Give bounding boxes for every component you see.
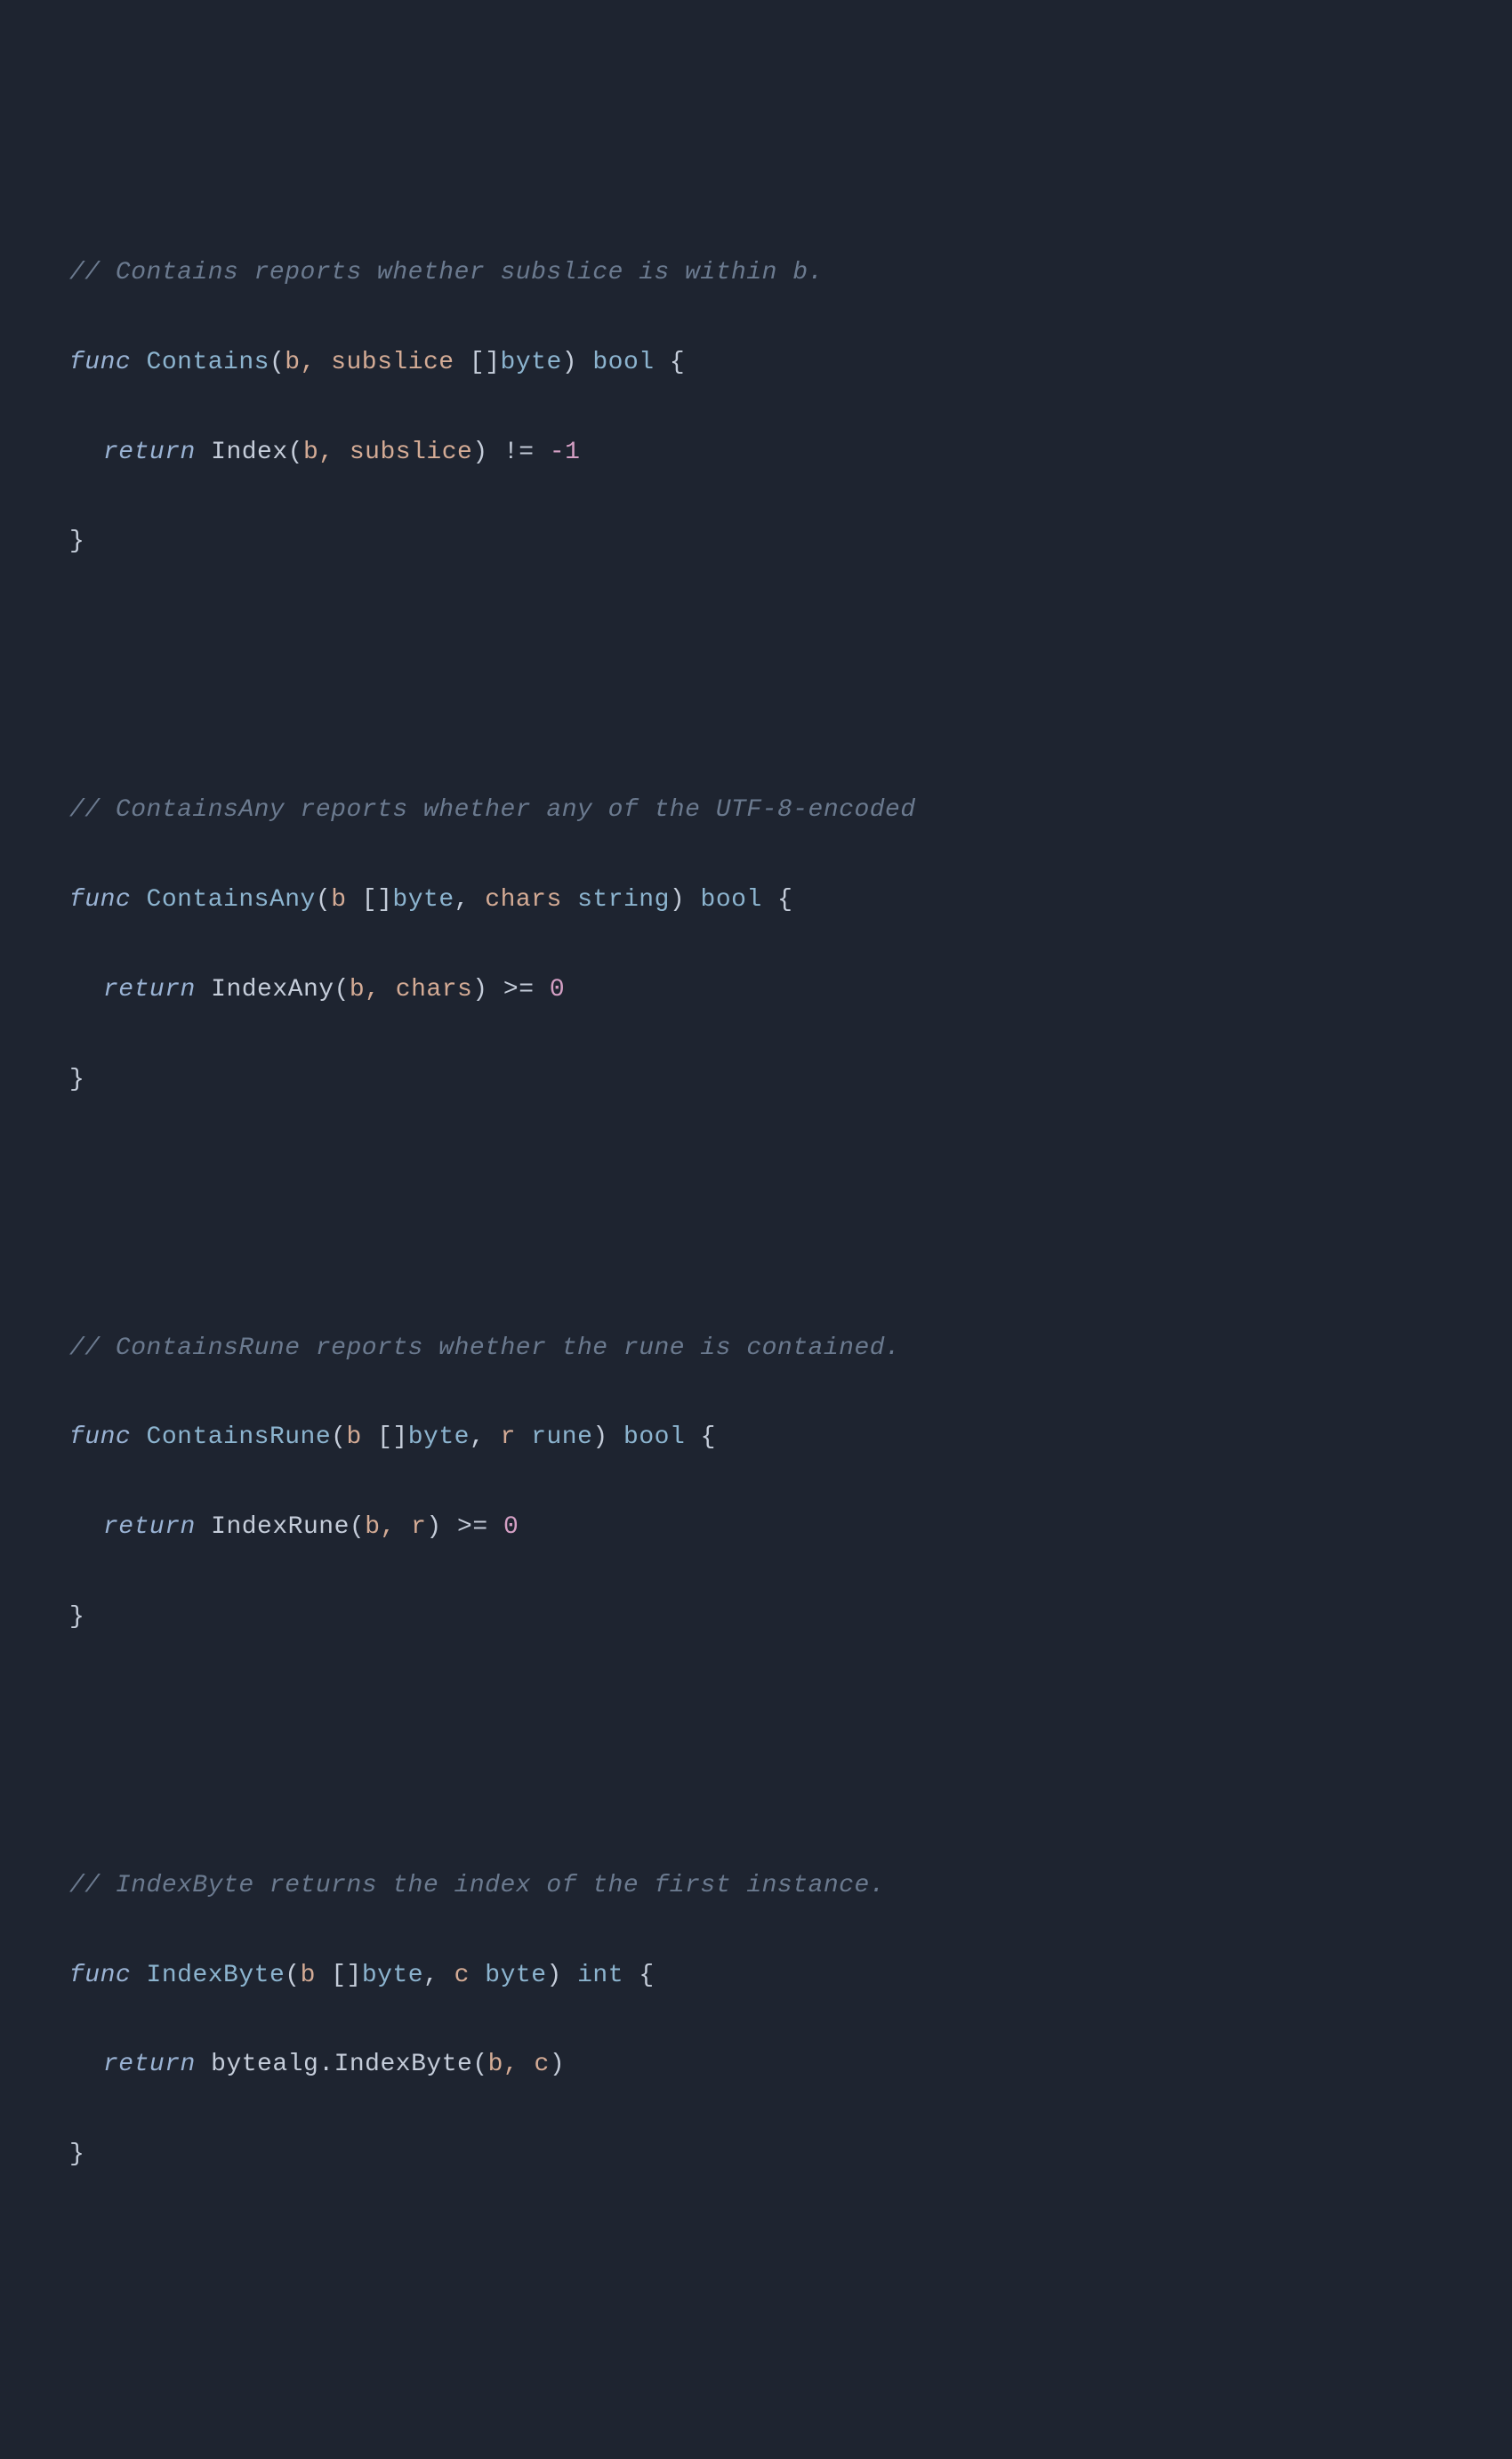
- keyword-return: return: [103, 1513, 196, 1541]
- param-chars: chars: [485, 886, 562, 914]
- brace-close: }: [69, 1066, 84, 1093]
- comma: ,: [470, 1423, 485, 1451]
- brace-close: }: [69, 528, 84, 555]
- type-byte: byte: [408, 1423, 470, 1451]
- param-b: b: [346, 1423, 361, 1451]
- brace-open: {: [777, 886, 792, 914]
- param-b: b: [301, 1962, 316, 1989]
- keyword-func: func: [69, 886, 131, 914]
- brace-close: }: [69, 2141, 84, 2168]
- type-prefix: []: [454, 349, 501, 376]
- number-literal: 0: [550, 976, 565, 1004]
- params: b, subslice: [285, 349, 454, 376]
- paren-open: (: [331, 1423, 346, 1451]
- return-type: bool: [592, 349, 654, 376]
- keyword-return: return: [103, 976, 196, 1004]
- call-name: IndexAny: [211, 976, 334, 1004]
- comma: ,: [423, 1962, 438, 1989]
- func-name: ContainsAny: [147, 886, 316, 914]
- paren-open: (: [472, 2051, 487, 2078]
- paren-close: ): [472, 976, 487, 1004]
- paren-close: ): [547, 1962, 562, 1989]
- keyword-func: func: [69, 349, 131, 376]
- paren-open: (: [334, 976, 350, 1004]
- keyword-func: func: [69, 1962, 131, 1989]
- package-name: bytealg: [211, 2051, 318, 2078]
- paren-close: ): [562, 349, 577, 376]
- comma: ,: [454, 886, 470, 914]
- type-byte: byte: [392, 886, 454, 914]
- param-c: c: [454, 1962, 470, 1989]
- comment-line: // IndexByte returns the index of the fi…: [69, 1872, 885, 1899]
- comment-line: // ContainsRune reports whether the rune…: [69, 1334, 900, 1362]
- type-rune: rune: [531, 1423, 592, 1451]
- paren-open: (: [269, 349, 285, 376]
- operator: !=: [503, 439, 535, 466]
- brace-close: }: [69, 1603, 84, 1631]
- param-r: r: [501, 1423, 516, 1451]
- comment-line: // Contains reports whether subslice is …: [69, 259, 824, 286]
- call-name: IndexByte: [334, 2051, 473, 2078]
- type-prefix: []: [362, 1423, 408, 1451]
- number-literal: -1: [550, 439, 581, 466]
- type-prefix: []: [347, 886, 393, 914]
- func-name: IndexByte: [147, 1962, 286, 1989]
- call-args: b, r: [365, 1513, 426, 1541]
- type-string: string: [577, 886, 670, 914]
- call-args: b, subslice: [303, 439, 472, 466]
- code-block-containsany: // ContainsAny reports whether any of th…: [69, 744, 1512, 1148]
- call-args: b, chars: [350, 976, 472, 1004]
- brace-open: {: [670, 349, 685, 376]
- brace-open: {: [639, 1962, 654, 1989]
- call-args: b, c: [488, 2051, 550, 2078]
- dot: .: [318, 2051, 334, 2078]
- type-byte: byte: [362, 1962, 423, 1989]
- keyword-return: return: [103, 2051, 196, 2078]
- return-type: bool: [623, 1423, 685, 1451]
- paren-close: ): [592, 1423, 607, 1451]
- func-name: Contains: [147, 349, 269, 376]
- param-b: b: [331, 886, 346, 914]
- return-type: int: [577, 1962, 623, 1989]
- call-name: IndexRune: [211, 1513, 350, 1541]
- code-block-containsrune: // ContainsRune reports whether the rune…: [69, 1281, 1512, 1685]
- comment-line: // ContainsAny reports whether any of th…: [69, 796, 916, 824]
- paren-open: (: [288, 439, 303, 466]
- number-literal: 0: [503, 1513, 519, 1541]
- paren-open: (: [285, 1962, 300, 1989]
- brace-open: {: [701, 1423, 716, 1451]
- paren-close: ): [426, 1513, 441, 1541]
- return-type: bool: [701, 886, 762, 914]
- code-block-contains: // Contains reports whether subslice is …: [69, 206, 1512, 610]
- keyword-return: return: [103, 439, 196, 466]
- paren-close: ): [550, 2051, 565, 2078]
- type-prefix: []: [316, 1962, 362, 1989]
- paren-close: ): [670, 886, 685, 914]
- code-block-indexbyte: // IndexByte returns the index of the fi…: [69, 1818, 1512, 2222]
- call-name: Index: [211, 439, 288, 466]
- operator: >=: [503, 976, 535, 1004]
- keyword-func: func: [69, 1423, 131, 1451]
- type-byte2: byte: [485, 1962, 546, 1989]
- func-name: ContainsRune: [147, 1423, 332, 1451]
- paren-close: ): [472, 439, 487, 466]
- paren-open: (: [350, 1513, 365, 1541]
- operator: >=: [457, 1513, 488, 1541]
- type-byte: byte: [501, 349, 562, 376]
- paren-open: (: [316, 886, 331, 914]
